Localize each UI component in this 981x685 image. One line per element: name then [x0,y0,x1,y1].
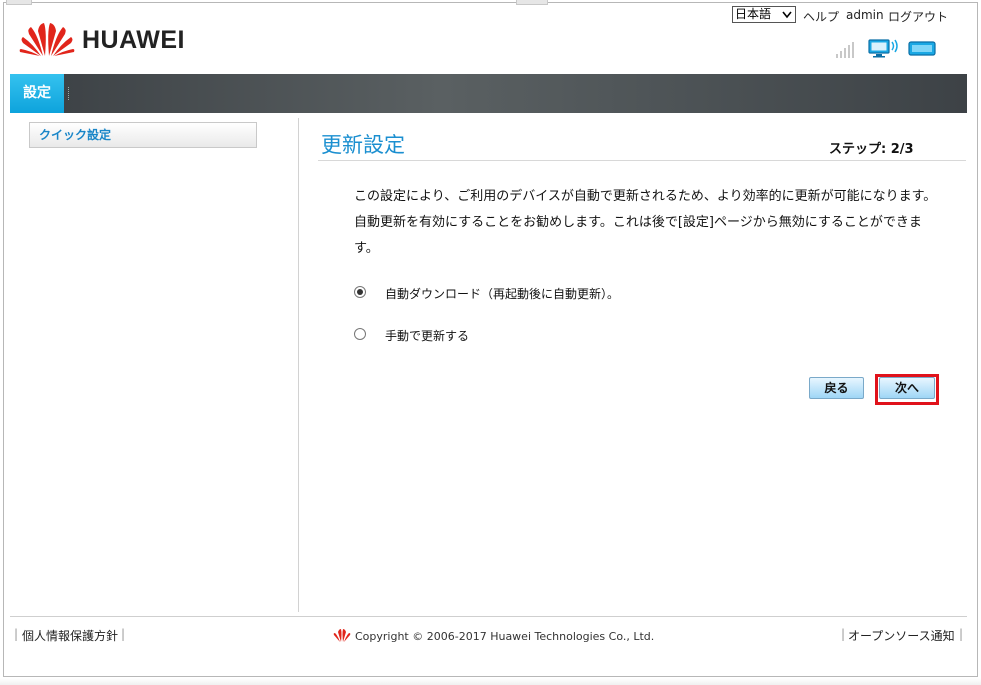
huawei-small-logo-icon [333,629,351,642]
option-label: 手動で更新する [385,329,470,343]
privacy-policy-link[interactable]: 個人情報保護方針 [22,627,118,644]
help-link[interactable]: ヘルプ [803,8,839,25]
window-shadow [0,678,981,685]
title-divider [318,160,966,161]
next-button[interactable]: 次へ [879,377,935,399]
chevron-down-icon [780,7,794,22]
browser-tab-edge [516,0,548,5]
update-description: この設定により、ご利用のデバイスが自動で更新されるため、より効率的に更新が可能に… [354,189,937,256]
main-nav-bar: 設定 [10,74,967,113]
nav-separator [68,87,71,100]
footer-separator: | [121,627,126,641]
footer-separator: | [841,627,846,641]
radio-unselected-icon[interactable] [354,328,366,340]
user-name: admin [846,8,884,22]
footer-separator: | [959,627,964,641]
open-source-notice-link[interactable]: オープンソース通知 [848,627,955,644]
page-title: 更新設定 [321,133,405,157]
back-button[interactable]: 戻る [809,377,864,399]
footer-separator: | [14,627,19,641]
monitor-icon [868,39,898,58]
signal-icon [836,38,860,58]
footer-divider [10,616,967,617]
nav-tab-settings[interactable]: 設定 [10,74,64,113]
language-select[interactable]: 日本語 [732,6,796,23]
huawei-logo-icon [19,23,75,56]
option-label: 自動ダウンロード（再起動後に自動更新）。 [385,287,620,301]
option-manual-update[interactable]: 手動で更新する [354,327,554,345]
sidebar-item-quick-setup[interactable]: クイック設定 [29,122,257,148]
step-indicator: ステップ: 2/3 [829,142,914,157]
sidebar-divider [298,118,299,612]
browser-tab-edge [6,0,32,5]
logout-link[interactable]: ログアウト [888,8,948,25]
brand-name: HUAWEI [82,26,185,54]
option-auto-download[interactable]: 自動ダウンロード（再起動後に自動更新）。 [354,285,654,303]
language-selected-value: 日本語 [735,7,772,21]
battery-icon [908,41,936,56]
radio-selected-icon[interactable] [354,286,366,298]
copyright-text: Copyright © 2006-2017 Huawei Technologie… [355,630,655,643]
